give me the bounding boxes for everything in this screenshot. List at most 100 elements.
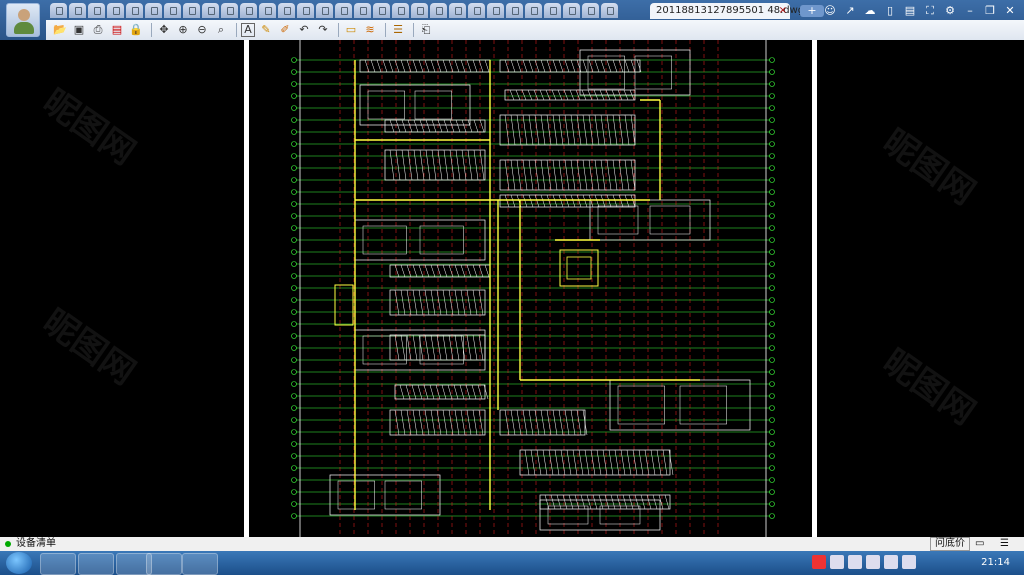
users-icon[interactable]: ☺ [822, 4, 838, 18]
restore-icon[interactable]: ❐ [982, 4, 998, 18]
taskbar: 21:14 [0, 551, 1024, 575]
file-tab[interactable] [544, 3, 561, 18]
file-tab[interactable] [221, 3, 238, 18]
measure-icon[interactable]: ≋ [362, 22, 378, 38]
pencil-icon[interactable]: ✎ [258, 22, 274, 38]
start-button[interactable] [6, 552, 32, 574]
minimize-icon[interactable]: – [962, 4, 978, 18]
export-icon[interactable]: ⎗ [418, 22, 434, 38]
drawing-canvas[interactable]: 昵图网 昵图网 昵图网 昵图网 [0, 40, 1024, 537]
menu-icon[interactable]: ☰ [1000, 537, 1009, 551]
grid-bubble [291, 429, 297, 435]
zoom-in-icon[interactable]: ⊕ [175, 22, 191, 38]
grid-bubble [769, 345, 775, 351]
taskbar-app-browser[interactable] [40, 553, 76, 575]
file-tab[interactable] [525, 3, 542, 18]
share-icon[interactable]: ↗ [842, 4, 858, 18]
file-tab[interactable] [145, 3, 162, 18]
highlighter-icon[interactable]: ✐ [277, 22, 293, 38]
parking-stall [600, 114, 606, 146]
chat-icon[interactable]: ▭ [975, 537, 984, 551]
pan-icon[interactable]: ✥ [156, 22, 172, 38]
parking-stall [524, 449, 530, 476]
tray-volume-icon[interactable] [884, 555, 898, 569]
file-tab[interactable] [164, 3, 181, 18]
file-tab[interactable] [449, 3, 466, 18]
undo-icon[interactable]: ↶ [296, 22, 312, 38]
taskbar-app-folder[interactable] [78, 553, 114, 575]
open-icon[interactable]: 📂 [52, 22, 68, 38]
device-list-label[interactable]: 设备清单 [16, 537, 56, 551]
file-tab[interactable] [88, 3, 105, 18]
parking-stall [472, 264, 478, 278]
layout-icon[interactable]: ▤ [902, 4, 918, 18]
parking-stall [568, 494, 574, 510]
lock-icon[interactable]: 🔒 [128, 22, 144, 38]
tray-ime-icon[interactable] [812, 555, 826, 569]
user-avatar-icon[interactable] [6, 3, 40, 37]
parking-stall [536, 449, 542, 476]
tray-help-icon[interactable] [830, 555, 844, 569]
file-tab[interactable] [601, 3, 618, 18]
parking-stall [552, 194, 558, 208]
file-tab[interactable] [297, 3, 314, 18]
settings-icon[interactable]: ⚙ [942, 4, 958, 18]
taskbar-app-archive[interactable] [146, 553, 182, 575]
close-tab-icon[interactable]: × [779, 3, 787, 19]
pdf-icon[interactable]: ▤ [109, 22, 125, 38]
file-tab[interactable] [202, 3, 219, 18]
toolbar-separator [338, 23, 339, 37]
file-tab[interactable] [278, 3, 295, 18]
zoom-out-icon[interactable]: ⊖ [194, 22, 210, 38]
new-tab-button[interactable]: + [800, 5, 824, 17]
ask-price-button[interactable]: 问底价 [930, 537, 970, 551]
parking-stall [522, 194, 528, 208]
file-tab[interactable] [354, 3, 371, 18]
save-icon[interactable]: ▣ [71, 22, 87, 38]
file-tab[interactable] [430, 3, 447, 18]
file-tab[interactable] [506, 3, 523, 18]
grid-bubble [769, 369, 775, 375]
parking-stall [588, 194, 594, 208]
tray-network-icon[interactable] [866, 555, 880, 569]
close-icon[interactable]: ✕ [1002, 4, 1018, 18]
file-tab[interactable] [69, 3, 86, 18]
layer-icon[interactable]: ▭ [343, 22, 359, 38]
file-tab[interactable] [392, 3, 409, 18]
parking-stall [576, 59, 582, 73]
file-tab[interactable] [107, 3, 124, 18]
cloud-icon[interactable]: ☁ [862, 4, 878, 18]
parking-stall [436, 409, 442, 436]
grid-bubble [291, 441, 297, 447]
taskbar-app-viewer[interactable] [182, 553, 218, 575]
file-tab[interactable] [563, 3, 580, 18]
tray-flag-icon[interactable] [902, 555, 916, 569]
parking-stall [442, 409, 448, 436]
file-tab[interactable] [240, 3, 257, 18]
fullscreen-icon[interactable]: ⛶ [922, 4, 938, 18]
parking-stall [590, 449, 596, 476]
phone-icon[interactable]: ▯ [882, 4, 898, 18]
tray-app-icon[interactable] [848, 555, 862, 569]
file-tab[interactable] [582, 3, 599, 18]
file-tab[interactable] [373, 3, 390, 18]
file-tab[interactable] [50, 3, 67, 18]
file-tab[interactable] [183, 3, 200, 18]
redo-icon[interactable]: ↷ [315, 22, 331, 38]
zoom-window-icon[interactable]: ⌕ [213, 22, 229, 38]
parking-stall [540, 59, 546, 73]
file-tab[interactable] [468, 3, 485, 18]
print-icon[interactable]: ⎙ [90, 22, 106, 38]
file-tab[interactable] [126, 3, 143, 18]
file-tab[interactable] [259, 3, 276, 18]
parking-stall [552, 59, 558, 73]
file-tab[interactable] [411, 3, 428, 18]
file-tab[interactable] [316, 3, 333, 18]
layers-stack-icon[interactable]: ☰ [390, 22, 406, 38]
parking-stall [612, 194, 618, 208]
file-tab[interactable] [487, 3, 504, 18]
file-tab[interactable] [335, 3, 352, 18]
grid-bubble [769, 309, 775, 315]
text-icon[interactable]: A [241, 23, 255, 37]
active-document-tab[interactable]: 20118813127895501 48.dwg × [650, 3, 804, 19]
